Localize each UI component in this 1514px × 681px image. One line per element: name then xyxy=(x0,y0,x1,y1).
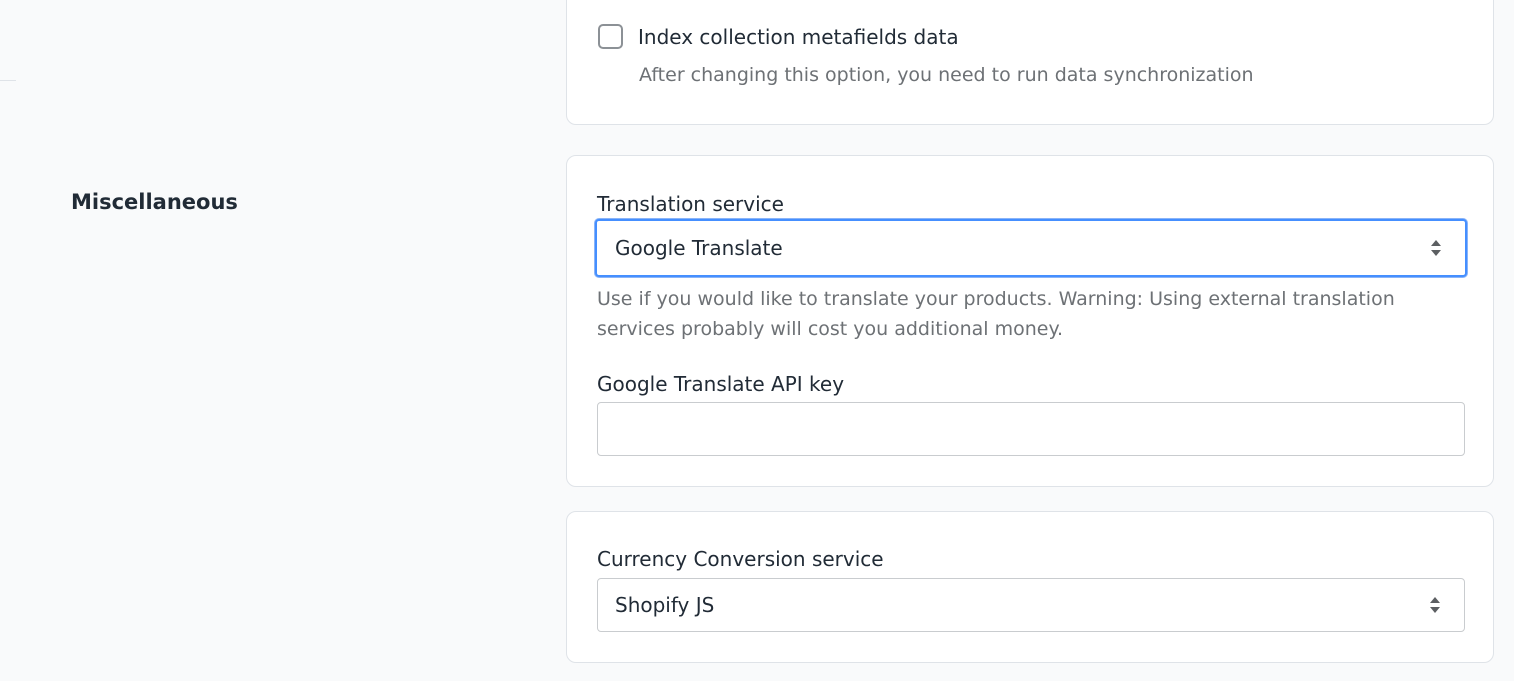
translation-service-select[interactable]: Google Translate xyxy=(595,219,1467,277)
index-collection-metafields-label[interactable]: Index collection metafields data xyxy=(638,25,959,49)
currency-conversion-service-value: Shopify JS xyxy=(615,593,715,617)
currency-conversion-service-label: Currency Conversion service xyxy=(597,547,884,571)
index-options-card: Index collection metafields data After c… xyxy=(566,0,1494,125)
select-arrows-icon xyxy=(1431,240,1441,256)
google-translate-api-key-label: Google Translate API key xyxy=(597,372,845,396)
section-title-miscellaneous: Miscellaneous xyxy=(71,190,238,214)
currency-conversion-service-select[interactable]: Shopify JS xyxy=(597,578,1465,632)
sync-help-text: After changing this option, you need to … xyxy=(639,64,1254,86)
translation-service-value: Google Translate xyxy=(615,236,783,260)
select-arrows-icon xyxy=(1430,597,1440,613)
index-collection-metafields-row[interactable]: Index collection metafields data xyxy=(598,24,959,49)
translation-service-label: Translation service xyxy=(597,192,784,216)
currency-card: Currency Conversion service Shopify JS xyxy=(566,511,1494,663)
translation-card: Translation service Google Translate Use… xyxy=(566,155,1494,487)
settings-page: Index collection metafields data After c… xyxy=(0,0,1514,681)
translation-help-text: Use if you would like to translate your … xyxy=(597,288,1395,340)
index-collection-metafields-checkbox[interactable] xyxy=(598,24,623,49)
left-divider xyxy=(0,80,16,81)
google-translate-api-key-input[interactable] xyxy=(597,402,1465,456)
